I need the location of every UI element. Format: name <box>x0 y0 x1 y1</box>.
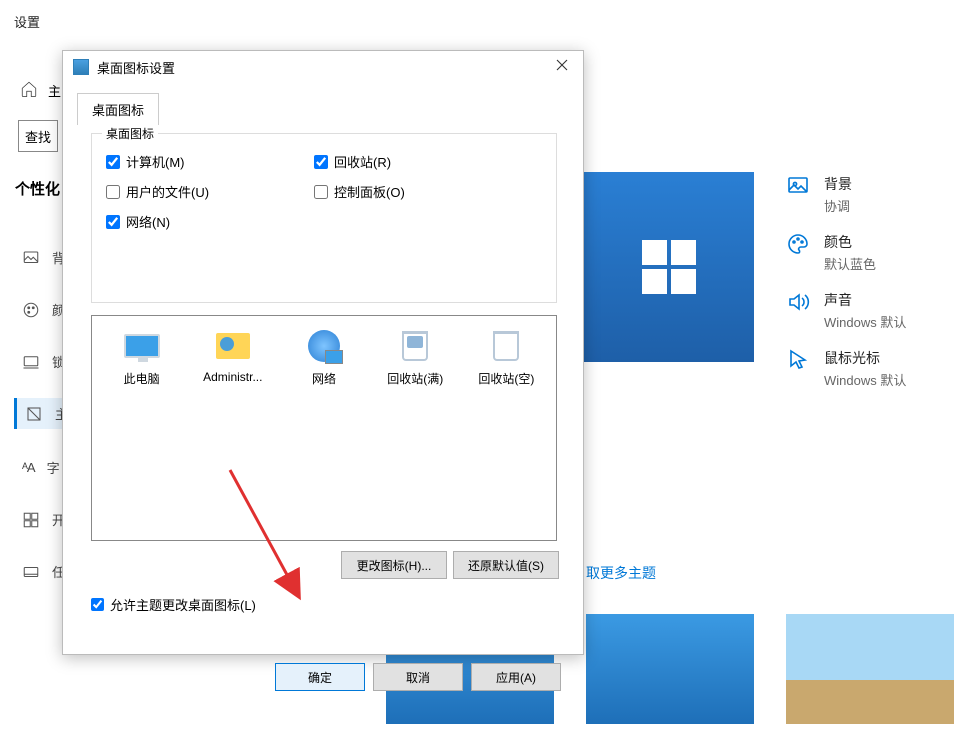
apply-button[interactable]: 应用(A) <box>471 663 561 691</box>
option-background[interactable]: 背景协调 <box>786 174 852 215</box>
cancel-button[interactable]: 取消 <box>373 663 463 691</box>
dialog-title: 桌面图标设置 <box>97 58 175 77</box>
checkbox-controlpanel[interactable]: 控制面板(O) <box>314 182 405 201</box>
more-themes-link[interactable]: 取更多主题 <box>586 563 656 583</box>
picture-icon <box>786 174 810 201</box>
search-input[interactable]: 查找 <box>18 120 58 152</box>
recycle-bin-full-icon <box>402 331 428 361</box>
list-item-admin[interactable]: Administr... <box>191 328 274 384</box>
close-button[interactable] <box>541 51 583 79</box>
search-label: 查找 <box>25 127 51 146</box>
user-folder-icon <box>216 333 250 359</box>
category-label: 个性化 <box>15 178 60 199</box>
home-row[interactable]: 主 <box>20 80 61 101</box>
theme-thumbnail-2[interactable] <box>586 614 754 724</box>
restore-default-button[interactable]: 还原默认值(S) <box>453 551 559 579</box>
list-item-network[interactable]: 网络 <box>282 328 365 387</box>
dialog-app-icon <box>73 59 89 75</box>
option-cursor[interactable]: 鼠标光标Windows 默认 <box>786 348 906 389</box>
group-label: 桌面图标 <box>102 125 158 142</box>
palette-icon <box>786 232 810 259</box>
list-item-pc[interactable]: 此电脑 <box>100 328 183 387</box>
sidebar-item-background[interactable]: 背 <box>22 248 65 267</box>
cursor-icon <box>786 348 810 375</box>
checkbox-allow-themes[interactable]: 允许主题更改桌面图标(L) <box>91 595 256 614</box>
tabbar: 桌面图标 <box>77 93 159 125</box>
windows-logo-icon <box>642 240 696 294</box>
home-icon <box>20 80 38 101</box>
list-item-bin-full[interactable]: 回收站(满) <box>374 328 457 387</box>
close-icon <box>556 59 568 71</box>
checkbox-computer[interactable]: 计算机(M) <box>106 152 185 171</box>
option-sound[interactable]: 声音Windows 默认 <box>786 290 906 331</box>
fonts-icon: ᴬA <box>22 460 35 475</box>
sidebar-item-colors[interactable]: 颜 <box>22 300 65 319</box>
sidebar-item-start[interactable]: 开 <box>22 510 65 529</box>
icon-preview-list[interactable]: 此电脑 Administr... 网络 回收站(满) 回收站(空) <box>91 315 557 541</box>
option-color[interactable]: 颜色默认蓝色 <box>786 232 876 273</box>
network-icon <box>308 330 340 362</box>
sidebar-item-lockscreen[interactable]: 锁 <box>22 352 65 371</box>
settings-title: 设置 <box>14 12 40 31</box>
checkbox-recycle[interactable]: 回收站(R) <box>314 152 391 171</box>
sidebar-item-fonts[interactable]: ᴬA字 <box>22 458 60 477</box>
dialog-titlebar[interactable]: 桌面图标设置 <box>63 51 583 83</box>
computer-icon <box>124 334 160 358</box>
sound-icon <box>786 290 810 317</box>
checkbox-network[interactable]: 网络(N) <box>106 212 170 231</box>
sidebar-item-taskbar[interactable]: 任 <box>22 562 65 581</box>
theme-thumbnail-3[interactable] <box>786 614 954 724</box>
recycle-bin-empty-icon <box>493 331 519 361</box>
change-icon-button[interactable]: 更改图标(H)... <box>341 551 447 579</box>
tab-desktop-icons[interactable]: 桌面图标 <box>77 93 159 125</box>
desktop-icons-group: 桌面图标 计算机(M) 回收站(R) 用户的文件(U) 控制面板(O) 网络(N… <box>91 133 557 303</box>
desktop-icon-settings-dialog: 桌面图标设置 桌面图标 桌面图标 计算机(M) 回收站(R) 用户的文件(U) … <box>62 50 584 655</box>
ok-button[interactable]: 确定 <box>275 663 365 691</box>
desktop-preview <box>584 172 754 362</box>
list-item-bin-empty[interactable]: 回收站(空) <box>465 328 548 387</box>
home-label: 主 <box>48 81 61 100</box>
checkbox-userfiles[interactable]: 用户的文件(U) <box>106 182 209 201</box>
